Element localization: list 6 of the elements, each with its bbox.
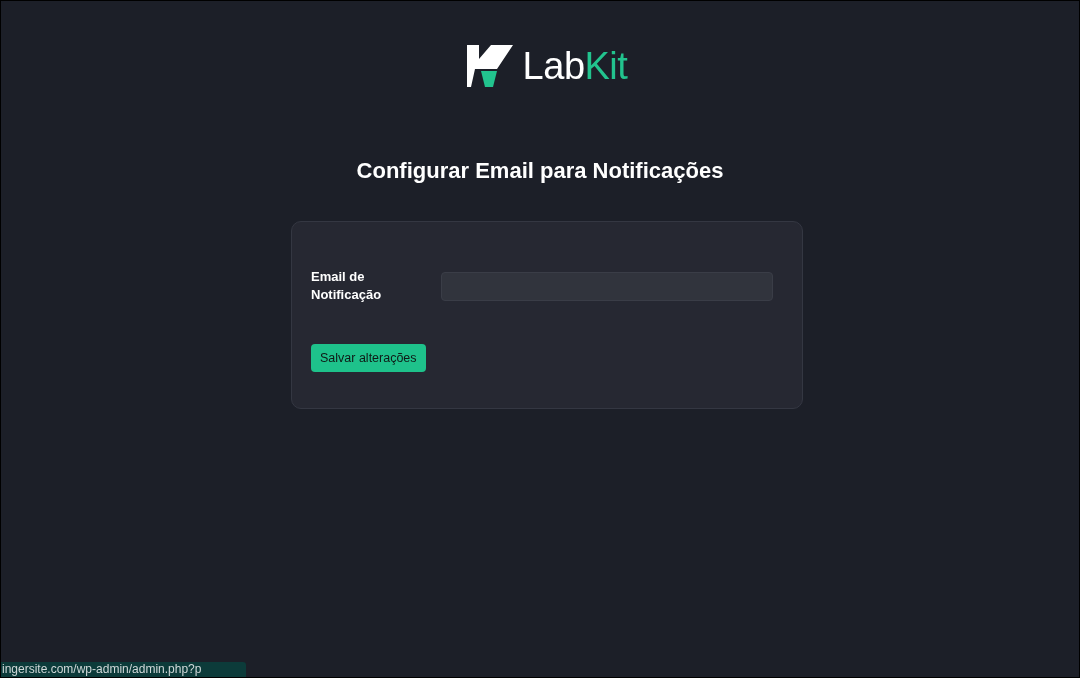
page-title: Configurar Email para Notificações (356, 157, 724, 185)
status-bar-url: ingersite.com/wp-admin/admin.php?p (1, 662, 246, 677)
field-label: Email de Notificação (311, 268, 383, 304)
save-button[interactable]: Salvar alterações (311, 344, 426, 372)
logo-icon (466, 45, 513, 87)
logo-wordmark: LabKit (522, 45, 628, 87)
